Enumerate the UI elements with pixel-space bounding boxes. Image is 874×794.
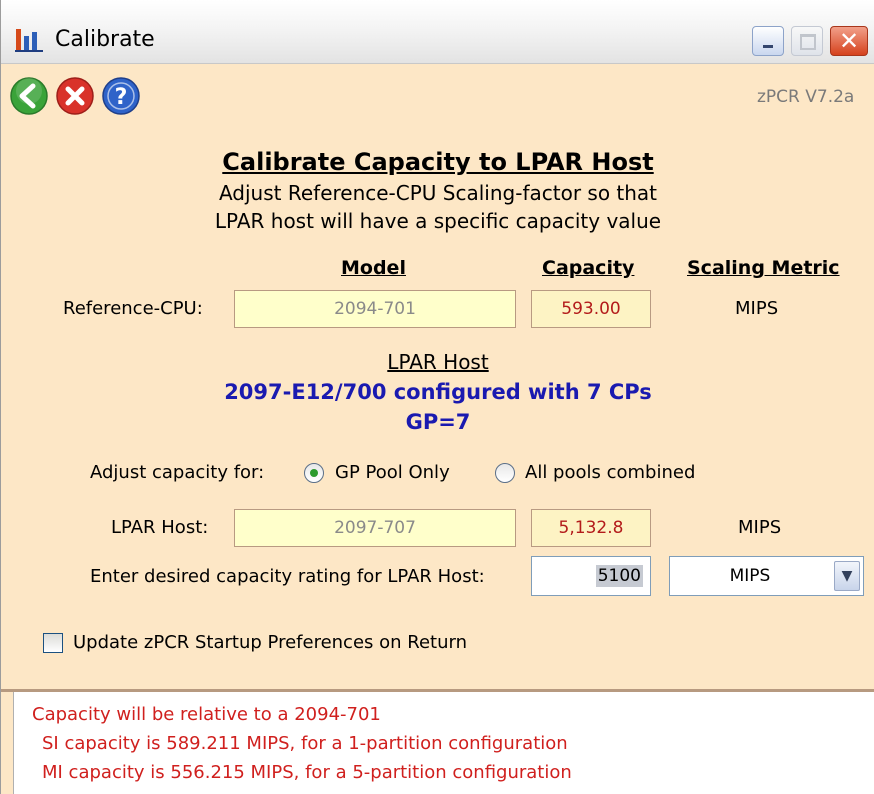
close-icon: ✕ <box>838 27 860 55</box>
window-title: Calibrate <box>55 27 155 52</box>
lpar-host-model-field: 2097-707 <box>234 509 516 547</box>
update-preferences-checkbox[interactable] <box>43 633 63 653</box>
lpar-config-text: 2097-E12/700 configured with 7 CPs <box>224 380 652 404</box>
message-line-3: MI capacity is 556.215 MIPS, for a 5-par… <box>42 762 572 783</box>
svg-text:?: ? <box>115 85 128 110</box>
update-preferences-label[interactable]: Update zPCR Startup Preferences on Retur… <box>73 632 467 653</box>
message-panel: Capacity will be relative to a 2094-701 … <box>13 692 874 794</box>
chevron-down-icon[interactable]: ▼ <box>834 561 860 591</box>
message-line-1: Capacity will be relative to a 2094-701 <box>32 704 381 725</box>
column-header-capacity: Capacity <box>542 257 635 279</box>
message-line-2: SI capacity is 589.211 MIPS, for a 1-par… <box>42 733 568 754</box>
reference-capacity-field: 593.00 <box>531 290 651 328</box>
all-pools-combined-radio[interactable] <box>495 463 515 483</box>
reference-cpu-label: Reference-CPU: <box>63 298 203 319</box>
page-title: Calibrate Capacity to LPAR Host <box>222 148 654 176</box>
subtitle-line-1: Adjust Reference-CPU Scaling-factor so t… <box>218 181 658 205</box>
unit-select-value: MIPS <box>729 566 771 586</box>
reference-metric-label: MIPS <box>735 298 779 319</box>
desired-capacity-value: 5100 <box>595 565 643 587</box>
lpar-host-capacity-field: 5,132.8 <box>531 509 651 547</box>
column-header-model: Model <box>341 257 406 279</box>
cancel-button[interactable] <box>55 76 95 116</box>
version-label: zPCR V7.2a <box>757 87 855 107</box>
maximize-button[interactable] <box>791 26 823 56</box>
unit-select[interactable]: MIPS ▼ <box>669 556 864 596</box>
title-bar[interactable]: Calibrate ✕ <box>1 0 874 64</box>
gp-pool-only-radio[interactable] <box>304 463 324 483</box>
minimize-button[interactable] <box>752 26 784 56</box>
close-button[interactable]: ✕ <box>830 26 868 56</box>
calibrate-window: Calibrate ✕ ? zPCR V7.2a Calibrate Capac… <box>0 0 874 794</box>
reference-model-field: 2094-701 <box>234 290 516 328</box>
back-button[interactable] <box>9 76 49 116</box>
desired-capacity-input[interactable]: 5100 <box>531 556 651 596</box>
lpar-host-label: LPAR Host: <box>111 517 209 538</box>
bar-chart-icon <box>15 29 43 52</box>
lpar-host-metric-label: MIPS <box>738 517 782 538</box>
adjust-capacity-label: Adjust capacity for: <box>90 462 265 483</box>
gp-pool-only-label[interactable]: GP Pool Only <box>335 462 450 483</box>
subtitle-line-2: LPAR host will have a specific capacity … <box>214 209 662 233</box>
column-header-scaling-metric: Scaling Metric <box>687 257 840 279</box>
help-button[interactable]: ? <box>101 76 141 116</box>
desired-capacity-label: Enter desired capacity rating for LPAR H… <box>90 566 485 587</box>
all-pools-combined-label[interactable]: All pools combined <box>525 462 695 483</box>
lpar-host-title: LPAR Host <box>387 350 489 374</box>
lpar-pool-text: GP=7 <box>405 410 471 434</box>
